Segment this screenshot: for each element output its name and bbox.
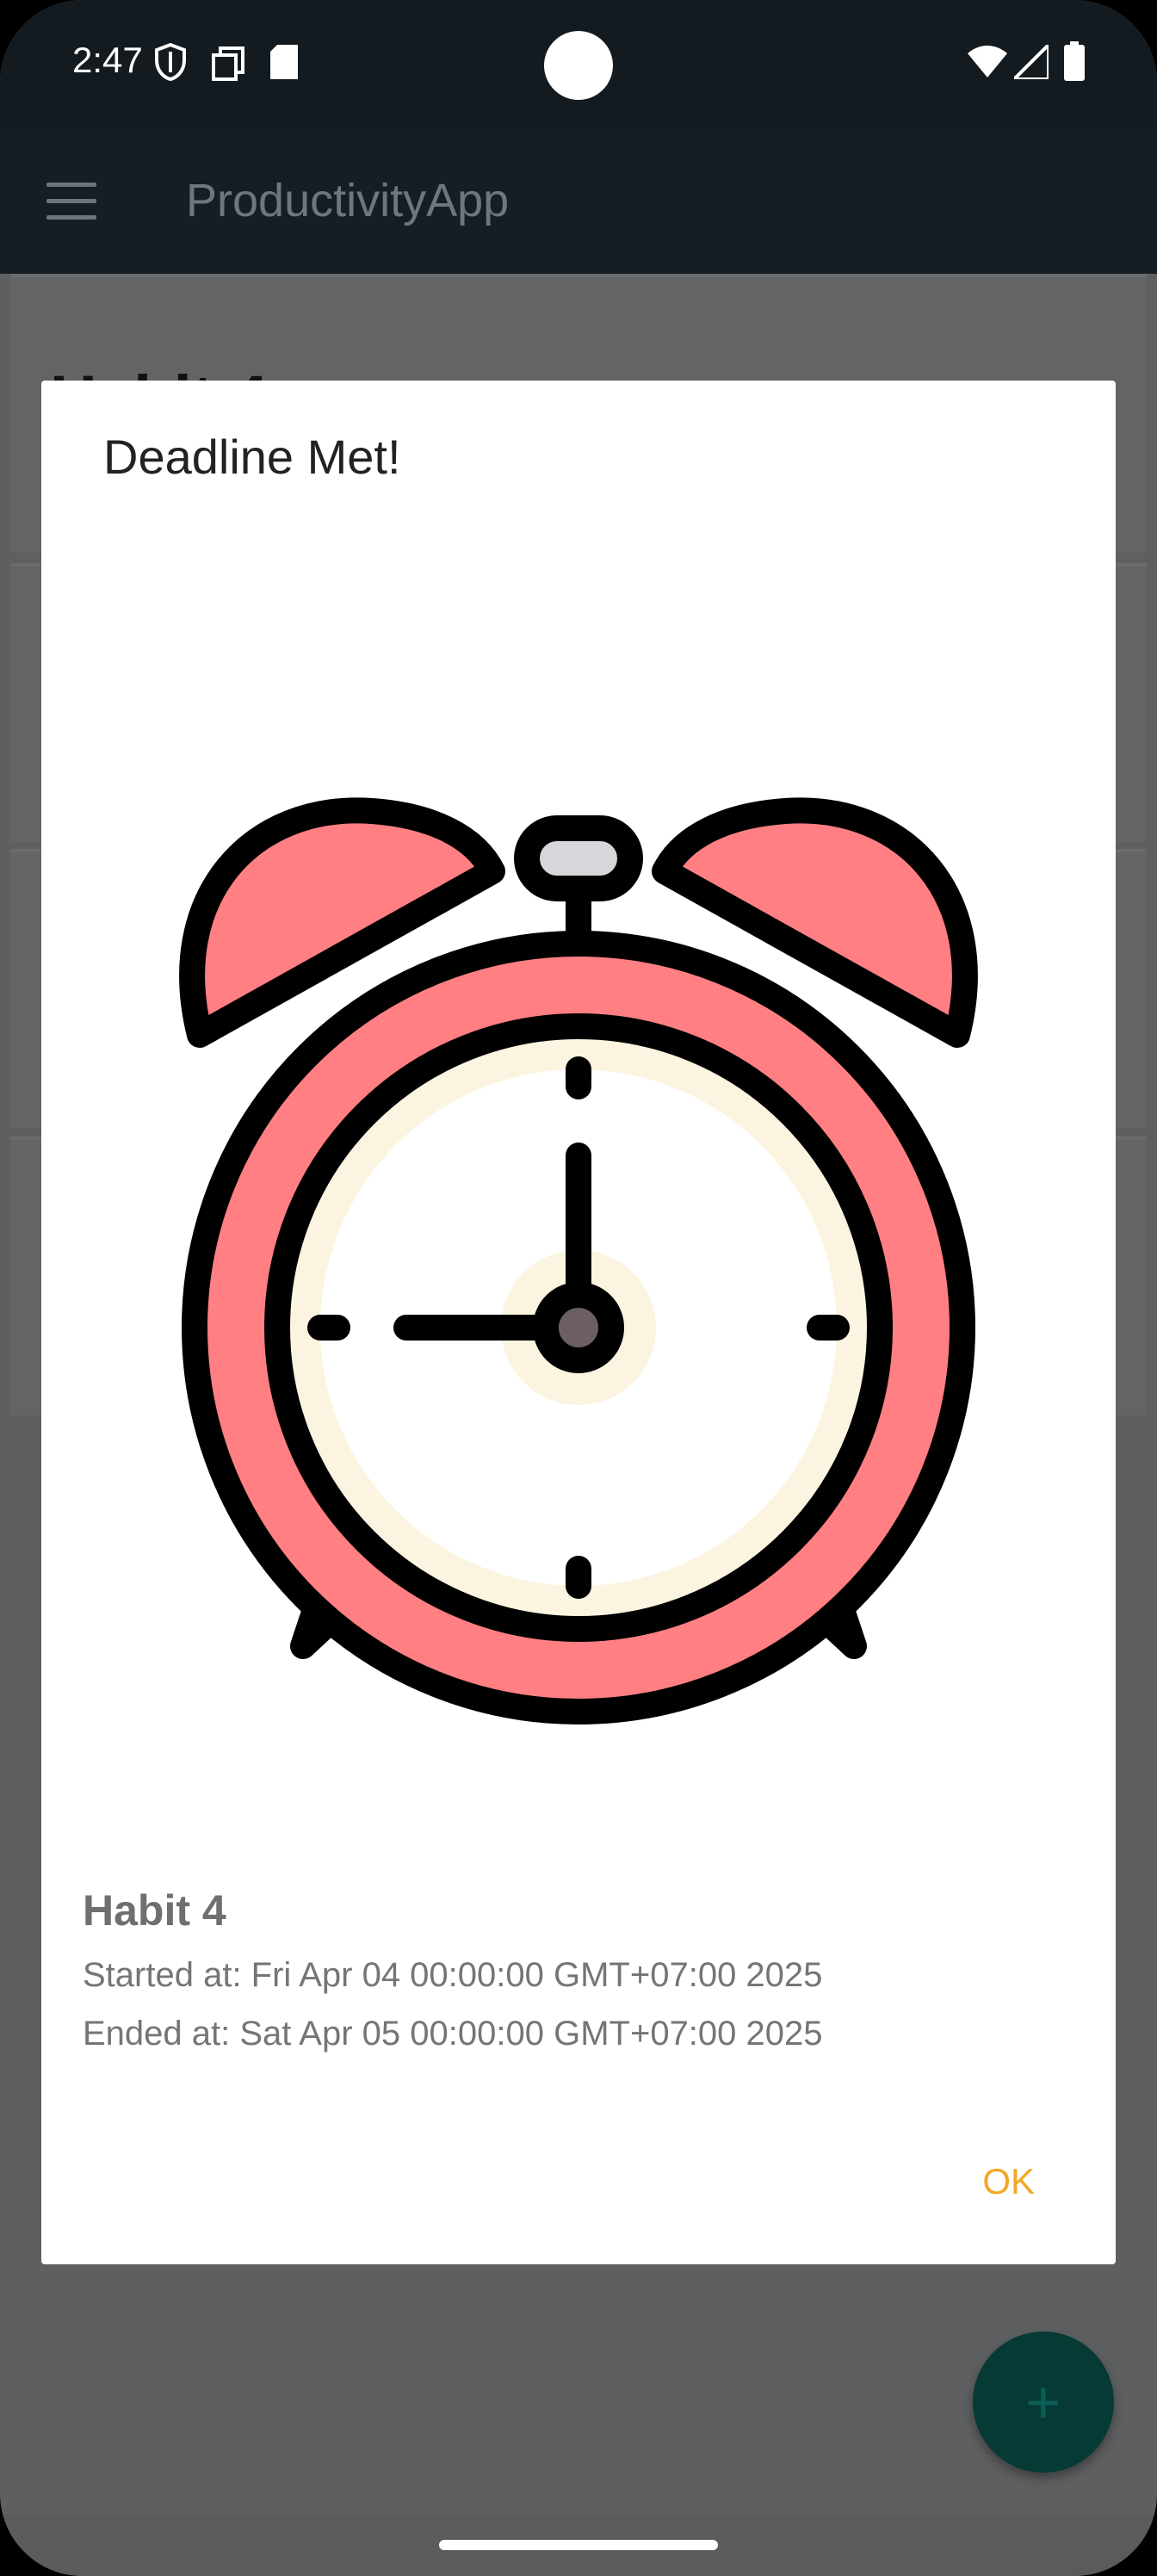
phone-screen: 2:47 ProductivityApp Habit 4 D bbox=[0, 0, 1157, 2576]
habit-name: Habit 4 bbox=[83, 1886, 226, 1935]
app-bar: ProductivityApp bbox=[0, 129, 1157, 274]
add-habit-button[interactable]: + bbox=[973, 2331, 1114, 2473]
sd-card-icon bbox=[270, 45, 298, 79]
camera-cutout bbox=[544, 31, 613, 100]
plus-icon: + bbox=[1025, 2369, 1061, 2436]
alarm-clock-icon bbox=[179, 797, 978, 1725]
wifi-icon bbox=[968, 46, 1007, 77]
started-at-text: Started at: Fri Apr 04 00:00:00 GMT+07:0… bbox=[83, 1956, 823, 1994]
copy-icon bbox=[212, 46, 244, 81]
status-bar: 2:47 bbox=[0, 0, 1157, 129]
menu-icon[interactable] bbox=[46, 183, 96, 220]
shield-icon bbox=[155, 43, 186, 81]
dialog-title: Deadline Met! bbox=[103, 430, 401, 484]
status-time: 2:47 bbox=[72, 40, 143, 80]
ok-button[interactable]: OK bbox=[982, 2161, 1035, 2202]
deadline-dialog: Deadline Met! Habit 4 Started at: Fri Ap… bbox=[41, 381, 1116, 2264]
ended-at-text: Ended at: Sat Apr 05 00:00:00 GMT+07:00 … bbox=[83, 2015, 823, 2053]
cell-signal-icon bbox=[1014, 45, 1049, 79]
battery-icon bbox=[1064, 41, 1085, 81]
home-gesture-bar[interactable] bbox=[439, 2540, 718, 2550]
app-title: ProductivityApp bbox=[186, 175, 510, 226]
